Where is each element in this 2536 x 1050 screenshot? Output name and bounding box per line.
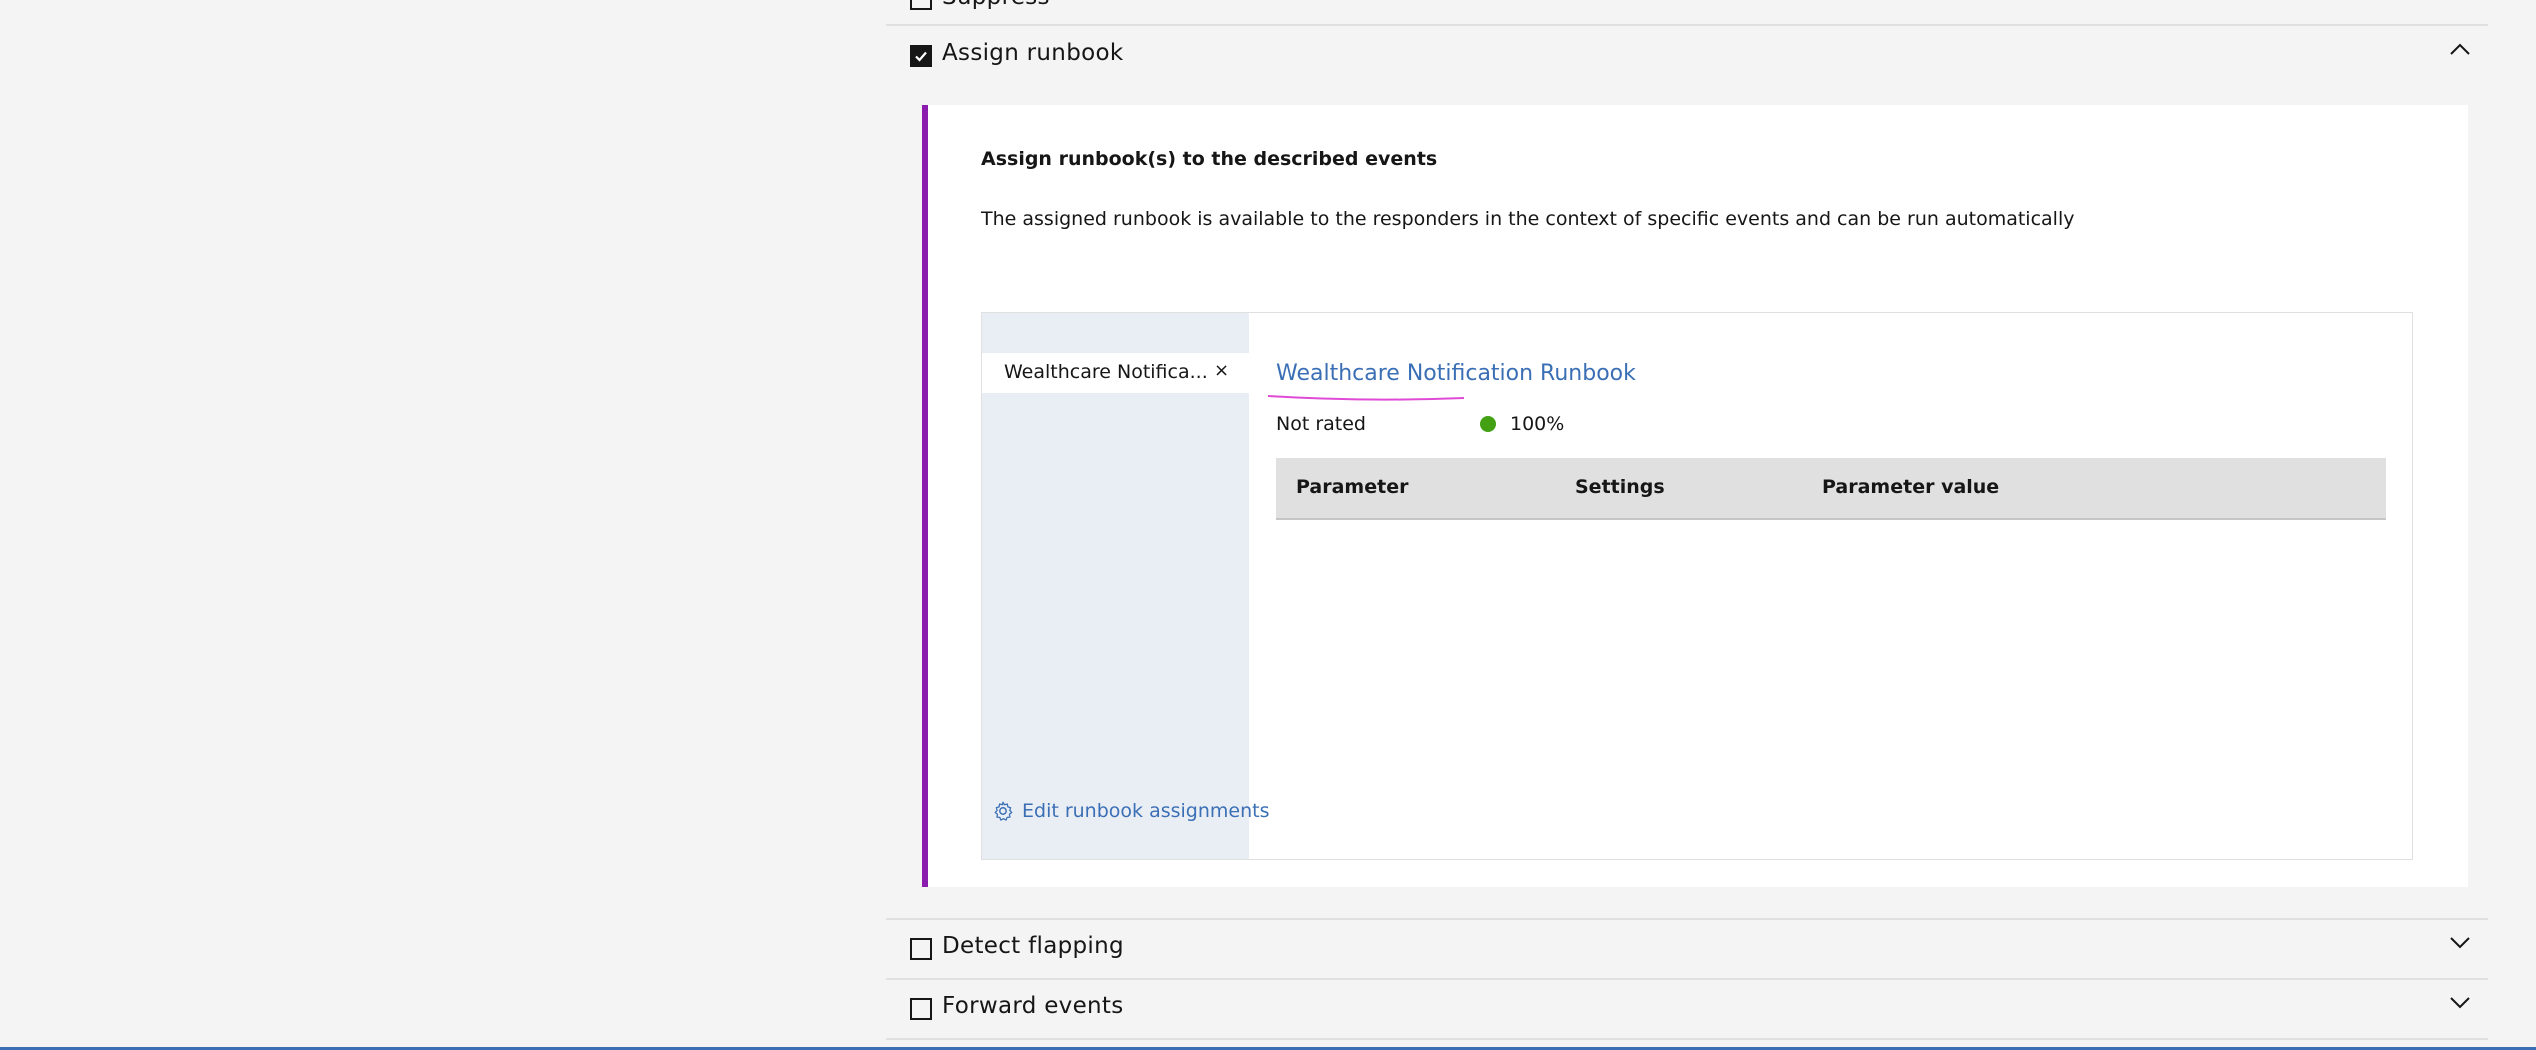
edit-runbook-assignments-link[interactable]: Edit runbook assignments	[992, 800, 1270, 822]
card-heading: Assign runbook(s) to the described event…	[981, 148, 1438, 170]
divider	[886, 1038, 2488, 1040]
column-header-settings: Settings	[1575, 476, 1665, 498]
divider	[886, 24, 2488, 26]
success-rate-indicator	[1480, 416, 1496, 432]
divider	[886, 978, 2488, 980]
suppress-label: Suppress	[942, 0, 1050, 10]
close-icon[interactable]: ×	[1214, 360, 1229, 381]
runbook-tab-list	[982, 313, 1249, 859]
settings-icon	[994, 801, 1013, 821]
column-header-parameter: Parameter	[1296, 476, 1409, 498]
runbook-tab-label[interactable]: Wealthcare Notifica...	[1004, 361, 1208, 383]
chevron-down-icon[interactable]	[2448, 930, 2472, 954]
forward-events-checkbox[interactable]	[910, 998, 932, 1020]
forward-events-label: Forward events	[942, 993, 1124, 1019]
title-underline-mark	[1267, 395, 1465, 401]
edit-runbook-assignments-label[interactable]: Edit runbook assignments	[1022, 800, 1270, 822]
card-description: The assigned runbook is available to the…	[981, 208, 2075, 230]
assign-runbook-checkbox[interactable]	[910, 45, 932, 67]
checkmark-icon	[915, 51, 927, 62]
detect-flapping-label: Detect flapping	[942, 933, 1124, 959]
chevron-up-icon[interactable]	[2448, 38, 2472, 62]
runbook-rating: Not rated	[1276, 413, 1366, 435]
runbook-title-link[interactable]: Wealthcare Notification Runbook	[1276, 361, 1636, 386]
success-rate-value: 100%	[1510, 413, 1565, 435]
detect-flapping-checkbox[interactable]	[910, 938, 932, 960]
assign-runbook-label: Assign runbook	[942, 40, 1124, 66]
chevron-down-icon[interactable]	[2448, 990, 2472, 1014]
suppress-checkbox[interactable]	[910, 0, 932, 10]
column-header-parameter-value: Parameter value	[1822, 476, 2000, 498]
divider	[886, 918, 2488, 920]
